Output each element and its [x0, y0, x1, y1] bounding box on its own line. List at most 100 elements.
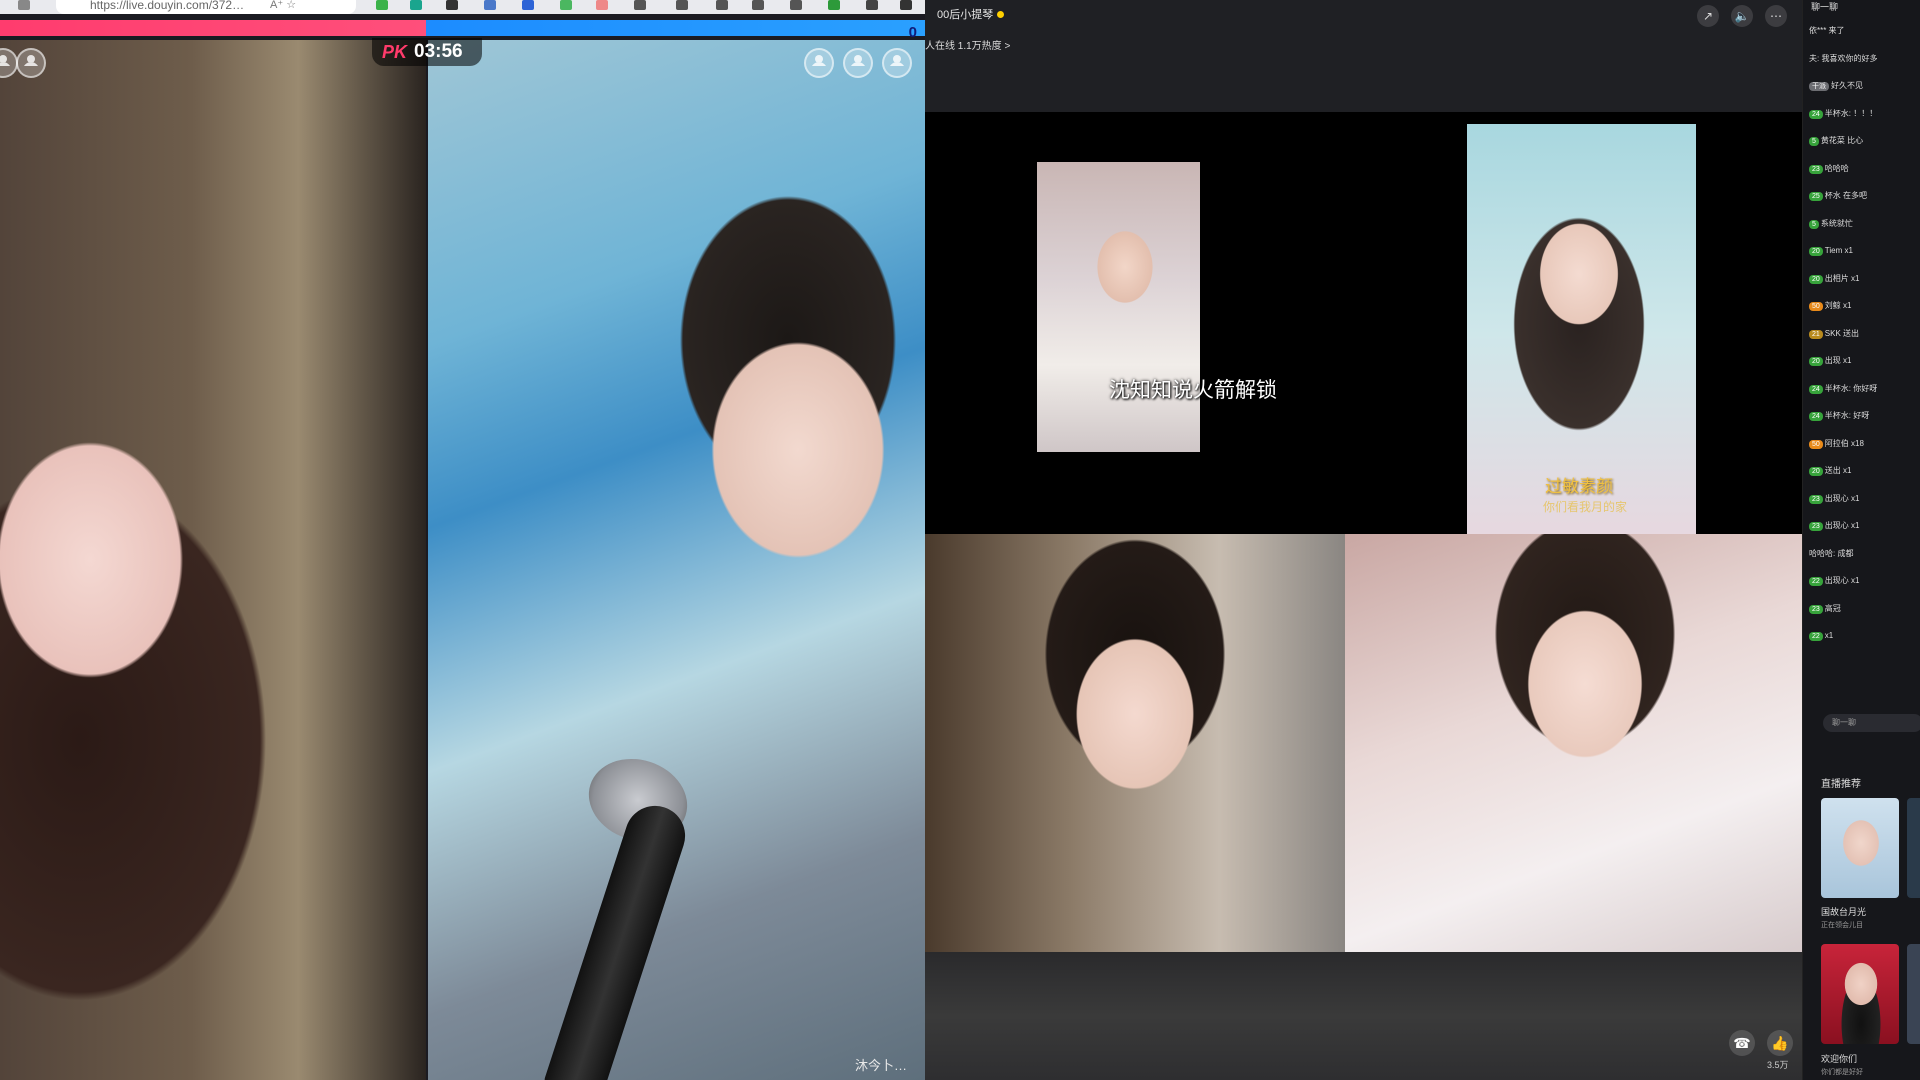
- chat-message[interactable]: 23 高冠: [1809, 604, 1920, 614]
- chat-message[interactable]: 23 出现心 x1: [1809, 521, 1920, 531]
- microphone-stand-image: [543, 798, 693, 1080]
- chat-message[interactable]: 夫: 我喜欢你的好多: [1809, 54, 1920, 64]
- chat-message[interactable]: 24 半杯水: 好呀: [1809, 411, 1920, 421]
- chat-message[interactable]: 干派 好久不见: [1809, 81, 1920, 91]
- extension-icon[interactable]: [634, 0, 646, 10]
- caption-text: 沈知知说火箭解锁: [1109, 379, 1277, 402]
- recommend-card[interactable]: [1821, 798, 1899, 898]
- chat-message[interactable]: 5 系统就忙: [1809, 219, 1920, 229]
- chat-message-text: 出现 x1: [1824, 356, 1852, 365]
- extension-icon[interactable]: [560, 0, 572, 10]
- chat-message[interactable]: 22 x1: [1809, 631, 1920, 641]
- pk-timer: PK 03:56: [372, 38, 482, 66]
- recommend-card[interactable]: [1907, 798, 1920, 898]
- chat-input[interactable]: 聊一聊: [1823, 714, 1920, 732]
- chat-message[interactable]: 24 半杯水: 你好呀: [1809, 384, 1920, 394]
- chat-message-text: 半杯水: ！！！: [1824, 109, 1878, 118]
- more-icon[interactable]: ⋯: [1765, 5, 1787, 27]
- like-count: 3.5万: [1767, 1060, 1789, 1070]
- level-badge: 5: [1809, 220, 1819, 229]
- guest-video-tile[interactable]: [1345, 534, 1802, 952]
- home-icon[interactable]: [18, 0, 30, 10]
- extension-icon[interactable]: [484, 0, 496, 10]
- chat-message[interactable]: 哈哈哈: 成都: [1809, 549, 1920, 559]
- extension-icon[interactable]: [446, 0, 458, 10]
- volume-icon[interactable]: 🔈: [1731, 5, 1753, 27]
- pk-left-video[interactable]: [0, 40, 426, 1080]
- recommend-sub: 正在领会儿目: [1821, 922, 1863, 929]
- chat-panel: 聊一聊 依*** 来了 夫: 我喜欢你的好多 干派 好久不见 24 半杯水: ！！！ 5 黄花…: [1802, 0, 1920, 1080]
- chat-message-text: 半杯水: 好呀: [1824, 411, 1870, 420]
- share-icon[interactable]: ↗: [1697, 5, 1719, 27]
- pk-right-video[interactable]: 沐今卜…: [428, 40, 925, 1080]
- level-badge: 24: [1809, 412, 1823, 421]
- chat-message-text: 哈哈哈: 成都: [1809, 549, 1854, 558]
- chat-message-text: 阿拉伯 x18: [1824, 439, 1864, 448]
- level-badge: 22: [1809, 577, 1823, 586]
- chat-message[interactable]: 20 Tiem x1: [1809, 246, 1920, 256]
- chat-message[interactable]: 5 黄花菜 比心: [1809, 136, 1920, 146]
- chat-message[interactable]: 依*** 来了: [1809, 26, 1920, 36]
- recommend-name[interactable]: 欢迎你们: [1821, 1052, 1857, 1065]
- online-status-dot: [997, 11, 1005, 18]
- level-badge: 23: [1809, 165, 1823, 174]
- right-anchor-label: 沐今卜…: [854, 1058, 907, 1073]
- call-icon[interactable]: ☎: [1729, 1030, 1755, 1056]
- stream-footer: [925, 952, 1802, 1080]
- extension-icon[interactable]: [376, 0, 388, 10]
- like-icon[interactable]: 👍: [1767, 1030, 1793, 1056]
- chat-message[interactable]: 23 出现心 x1: [1809, 494, 1920, 504]
- extension-icon[interactable]: [522, 0, 534, 10]
- chat-message[interactable]: 20 出现 x1: [1809, 356, 1920, 366]
- extension-icon[interactable]: [410, 0, 422, 10]
- url-suffix-text: A⁺ ☆: [270, 0, 297, 11]
- chat-message-text: 出现心 x1: [1824, 494, 1860, 503]
- sidebar-icon[interactable]: [676, 0, 688, 10]
- streamer-name-text: 00后小提琴: [937, 9, 994, 21]
- chat-message[interactable]: 50 刘鲸 x1: [1809, 301, 1920, 311]
- chat-message-text: 出现心 x1: [1824, 521, 1860, 530]
- recommend-name[interactable]: 国故台月光: [1821, 905, 1866, 918]
- streamer-name[interactable]: 00后小提琴: [937, 6, 1005, 22]
- recommend-card[interactable]: [1821, 944, 1899, 1044]
- pk-battle-area: 沐今卜… 0 PK 03:56: [0, 14, 925, 1080]
- chat-message-text: SKK 送出: [1824, 329, 1860, 338]
- download-icon[interactable]: [790, 0, 802, 10]
- chat-message[interactable]: 22 出现心 x1: [1809, 576, 1920, 586]
- chat-message-list[interactable]: 依*** 来了 夫: 我喜欢你的好多 干派 好久不见 24 半杯水: ！！！ 5 黄花菜 比心…: [1803, 22, 1920, 702]
- level-badge: 23: [1809, 605, 1823, 614]
- level-badge: 25: [1809, 192, 1823, 201]
- level-badge: 20: [1809, 275, 1823, 284]
- chat-message[interactable]: 25 杯水 在多吧: [1809, 191, 1920, 201]
- favorites-icon[interactable]: [716, 0, 728, 10]
- avatar-icon[interactable]: [882, 48, 912, 78]
- level-badge: 22: [1809, 632, 1823, 641]
- avatar-icon[interactable]: [843, 48, 873, 78]
- copilot-icon[interactable]: [900, 0, 912, 10]
- recommend-title: 直播推荐: [1821, 779, 1861, 790]
- chat-message[interactable]: 21 SKK 送出: [1809, 329, 1920, 339]
- chat-message[interactable]: 50 阿拉伯 x18: [1809, 439, 1920, 449]
- level-badge: 20: [1809, 357, 1823, 366]
- chat-message[interactable]: 20 送出 x1: [1809, 466, 1920, 476]
- recommend-sub: 你们都是好好: [1821, 1069, 1863, 1076]
- chat-message-text: 夫: 我喜欢你的好多: [1809, 54, 1878, 63]
- url-text: https://live.douyin.com/372…: [90, 0, 245, 12]
- avatar-icon[interactable]: [804, 48, 834, 78]
- stream-stats[interactable]: 人在线 1.1万热度 >: [925, 37, 1010, 52]
- chat-message-text: 好久不见: [1831, 81, 1863, 90]
- stream-video[interactable]: 沈知知说火箭解锁 过敏素颜 你们看我月的家: [925, 112, 1802, 952]
- guest-video-tile[interactable]: [1037, 162, 1200, 452]
- wechat-icon[interactable]: [828, 0, 840, 10]
- browser-toolbar: https://live.douyin.com/372… A⁺ ☆: [0, 0, 925, 14]
- guest-video-tile[interactable]: [925, 534, 1345, 952]
- avatar-icon[interactable]: [16, 48, 46, 78]
- chat-message[interactable]: 20 出相片 x1: [1809, 274, 1920, 284]
- chat-message[interactable]: 23 哈哈哈: [1809, 164, 1920, 174]
- extension-icon[interactable]: [596, 0, 608, 10]
- more-icon[interactable]: [866, 0, 878, 10]
- recommend-card[interactable]: [1907, 944, 1920, 1044]
- chat-title[interactable]: 聊一聊: [1811, 0, 1838, 13]
- chat-message[interactable]: 24 半杯水: ！！！: [1809, 109, 1920, 119]
- history-icon[interactable]: [752, 0, 764, 10]
